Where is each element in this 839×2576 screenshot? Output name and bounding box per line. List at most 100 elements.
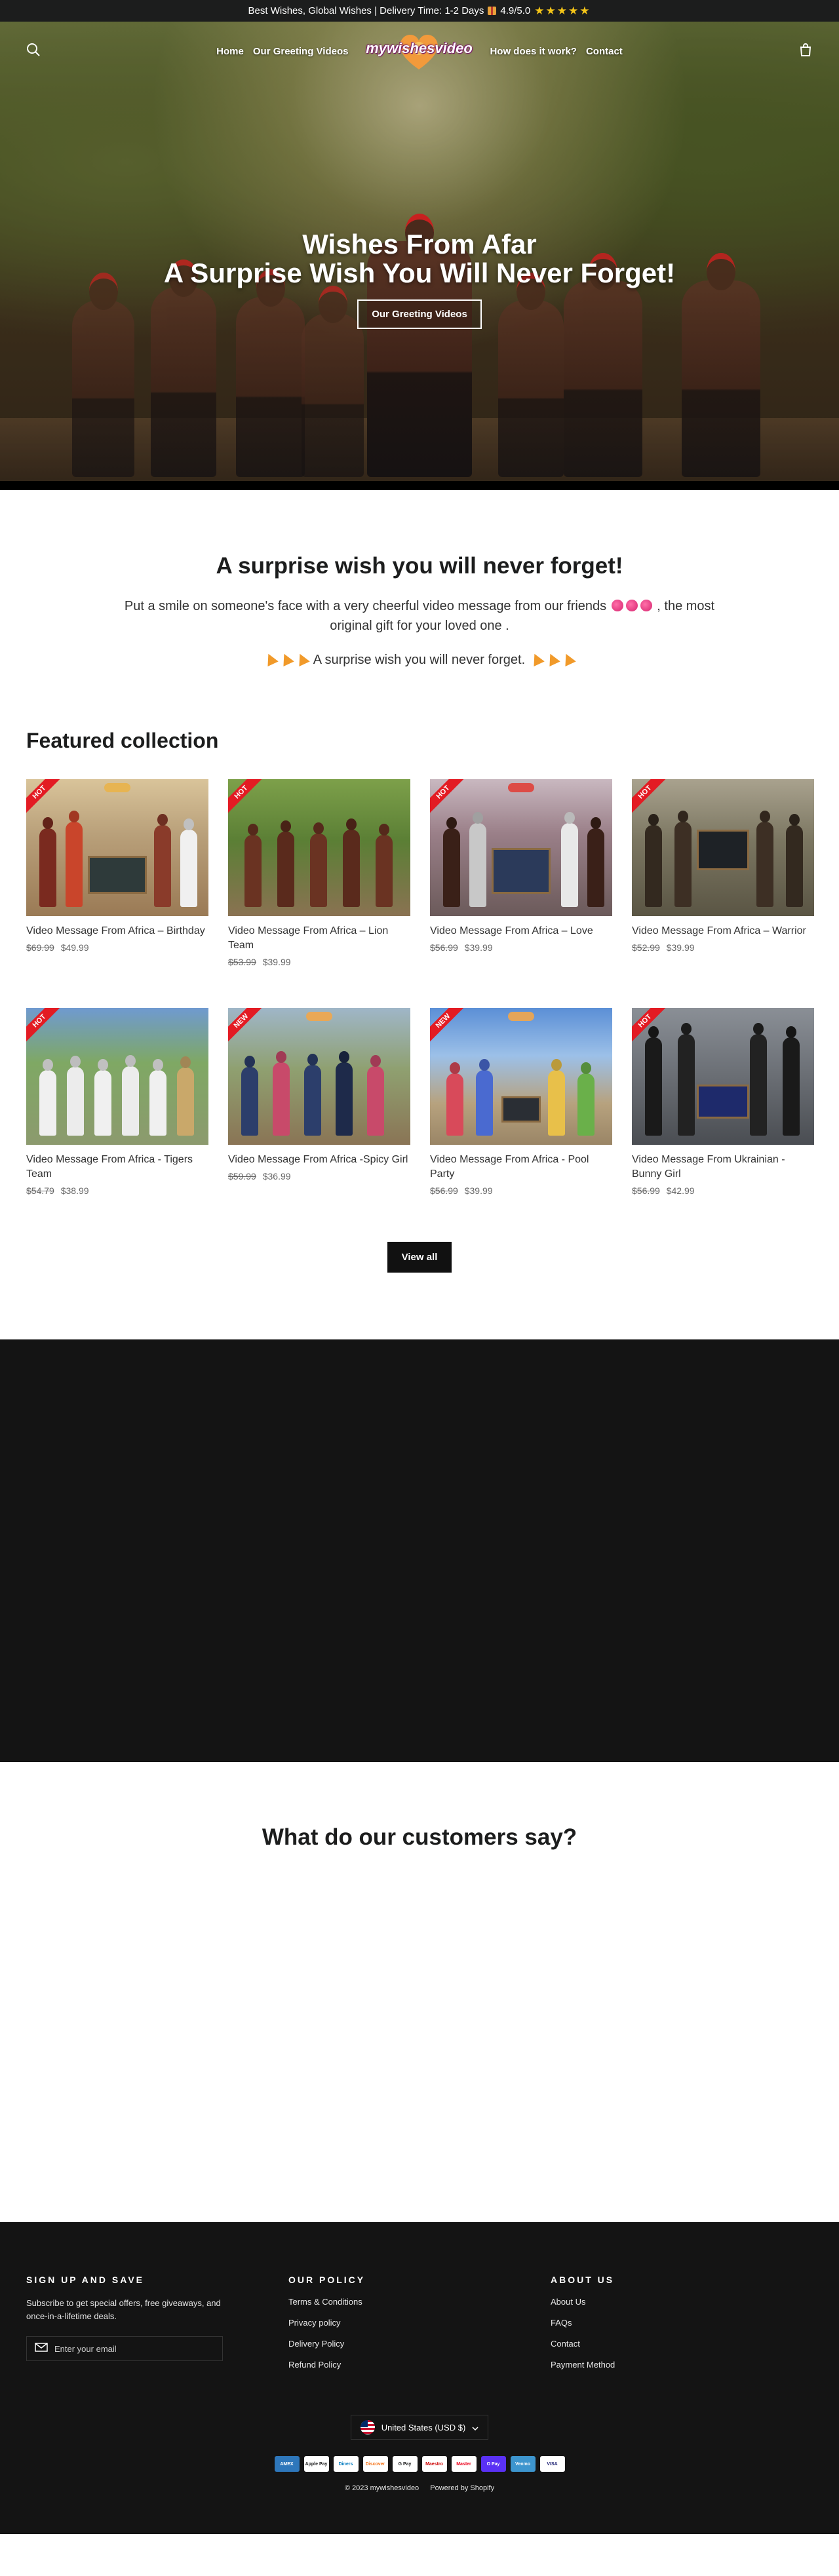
product-title[interactable]: Video Message From Africa – Lion Team: [228, 924, 410, 953]
product-old-price: $56.99: [430, 1185, 458, 1196]
party-popper-icon: [560, 651, 576, 667]
product-title[interactable]: Video Message From Africa - Pool Party: [430, 1153, 612, 1182]
nav-contact[interactable]: Contact: [586, 46, 623, 57]
product-badge: NEW: [430, 1008, 468, 1046]
footer-link-contact[interactable]: Contact: [551, 2339, 813, 2349]
product-price: $38.99: [60, 1185, 89, 1196]
site-logo[interactable]: mywishesvideo: [366, 25, 473, 77]
signup-heading: SIGN UP AND SAVE: [26, 2275, 144, 2285]
product-title[interactable]: Video Message From Africa – Warrior: [632, 924, 814, 938]
footer-signup: SIGN UP AND SAVE Subscribe to get specia…: [26, 2275, 288, 2381]
intro-tagline: A surprise wish you will never forget.: [118, 650, 721, 670]
hero-title-line1: Wishes From Afar: [302, 229, 537, 260]
product-prices: $56.99 $39.99: [430, 942, 612, 953]
product-prices: $54.79 $38.99: [26, 1185, 208, 1196]
policy-heading: OUR POLICY: [288, 2275, 366, 2285]
footer-about: ABOUT US About Us FAQs Contact Payment M…: [551, 2275, 813, 2381]
product-title[interactable]: Video Message From Africa - Tigers Team: [26, 1153, 208, 1182]
currency-label: United States (USD $): [381, 2422, 466, 2432]
reviews-section: What do our customers say?: [0, 1762, 839, 2222]
gift-icon: [488, 7, 497, 15]
chevron-down-icon: [472, 2423, 478, 2432]
product-price: $39.99: [262, 957, 291, 967]
product-price: $36.99: [262, 1171, 291, 1182]
envelope-icon: [35, 2342, 48, 2355]
site-footer: SIGN UP AND SAVE Subscribe to get specia…: [0, 2222, 839, 2534]
currency-selector[interactable]: United States (USD $): [351, 2415, 488, 2440]
product-image[interactable]: HOT: [430, 779, 612, 916]
mastercard-icon: Master: [451, 2456, 477, 2472]
product-title[interactable]: Video Message From Africa -Spicy Girl: [228, 1153, 410, 1167]
product-badge: NEW: [228, 1008, 266, 1046]
visa-icon: VISA: [539, 2456, 565, 2472]
product-card[interactable]: HOT Video Message From Africa - Tigers T…: [26, 1008, 208, 1196]
product-old-price: $56.99: [632, 1185, 660, 1196]
payment-icons: AMEX Apple Pay Diners Discover G Pay Mae…: [0, 2456, 839, 2472]
product-badge: HOT: [26, 1008, 64, 1046]
hero-title-line2: A Surprise Wish You Will Never Forget!: [163, 258, 676, 288]
product-card[interactable]: HOT Video Message From Africa – Birthday…: [26, 779, 208, 967]
product-badge: HOT: [632, 779, 670, 817]
product-title[interactable]: Video Message From Africa – Birthday: [26, 924, 208, 938]
product-image[interactable]: HOT: [26, 1008, 208, 1145]
product-image[interactable]: NEW: [228, 1008, 410, 1145]
product-image[interactable]: HOT: [26, 779, 208, 916]
product-old-price: $69.99: [26, 942, 54, 953]
product-card[interactable]: NEW Video Message From Africa -Spicy Gir…: [228, 1008, 410, 1196]
view-all-button[interactable]: View all: [387, 1242, 452, 1273]
product-image[interactable]: HOT: [228, 779, 410, 916]
us-flag-icon: [360, 2420, 375, 2434]
product-prices: $56.99 $42.99: [632, 1185, 814, 1196]
footer-link-delivery[interactable]: Delivery Policy: [288, 2339, 551, 2349]
hero-banner: Home Our Greeting Videos mywishesvideo H…: [0, 22, 839, 490]
product-prices: $56.99 $39.99: [430, 1185, 612, 1196]
intro-section: A surprise wish you will never forget! P…: [0, 490, 839, 709]
featured-heading: Featured collection: [26, 729, 219, 752]
about-heading: ABOUT US: [551, 2275, 615, 2285]
product-price: $49.99: [60, 942, 89, 953]
product-card[interactable]: HOT Video Message From Africa – Lion Tea…: [228, 779, 410, 967]
search-icon[interactable]: [26, 43, 41, 60]
product-old-price: $53.99: [228, 957, 256, 967]
email-input[interactable]: [54, 2343, 214, 2354]
footer-policy: OUR POLICY Terms & Conditions Privacy po…: [288, 2275, 551, 2381]
hero-greeting-videos-button[interactable]: Our Greeting Videos: [357, 299, 482, 329]
cart-icon[interactable]: [798, 43, 813, 60]
product-image[interactable]: NEW: [430, 1008, 612, 1145]
footer-link-terms[interactable]: Terms & Conditions: [288, 2297, 551, 2307]
footer-link-faqs[interactable]: FAQs: [551, 2318, 813, 2328]
footer-link-refund[interactable]: Refund Policy: [288, 2360, 551, 2370]
product-old-price: $56.99: [430, 942, 458, 953]
product-title[interactable]: Video Message From Africa – Love: [430, 924, 612, 938]
product-card[interactable]: HOT Video Message From Africa – Warrior …: [632, 779, 814, 967]
product-image[interactable]: HOT: [632, 1008, 814, 1145]
email-signup-box: [26, 2336, 223, 2361]
product-price: $42.99: [666, 1185, 695, 1196]
signup-text: Subscribe to get special offers, free gi…: [26, 2298, 221, 2321]
powered-by-link[interactable]: Powered by Shopify: [430, 2484, 494, 2492]
nav-greeting-videos[interactable]: Our Greeting Videos: [253, 46, 349, 57]
footer-link-privacy[interactable]: Privacy policy: [288, 2318, 551, 2328]
lips-icon: [611, 600, 623, 611]
product-card[interactable]: HOT Video Message From Africa – Love $56…: [430, 779, 612, 967]
nav-how-it-works[interactable]: How does it work?: [490, 46, 577, 57]
party-popper-icon: [294, 651, 310, 667]
hero-content: Wishes From Afar A Surprise Wish You Wil…: [0, 230, 839, 329]
footer-link-about-us[interactable]: About Us: [551, 2297, 813, 2307]
copyright-line: © 2023 mywishesvideo Powered by Shopify: [0, 2484, 839, 2492]
dark-media-section: [0, 1339, 839, 1762]
product-card[interactable]: NEW Video Message From Africa - Pool Par…: [430, 1008, 612, 1196]
product-image[interactable]: HOT: [632, 779, 814, 916]
product-badge: HOT: [26, 779, 64, 817]
product-prices: $52.99 $39.99: [632, 942, 814, 953]
maestro-icon: Maestro: [421, 2456, 447, 2472]
shop-pay-icon: O Pay: [480, 2456, 506, 2472]
intro-paragraph: Put a smile on someone's face with a ver…: [124, 599, 715, 633]
product-title[interactable]: Video Message From Ukrainian - Bunny Gir…: [632, 1153, 814, 1182]
product-badge: HOT: [228, 779, 266, 817]
venmo-icon: Venmo: [510, 2456, 536, 2472]
footer-link-payment-method[interactable]: Payment Method: [551, 2360, 813, 2370]
nav-home[interactable]: Home: [216, 46, 244, 57]
product-old-price: $54.79: [26, 1185, 54, 1196]
product-card[interactable]: HOT Video Message From Ukrainian - Bunny…: [632, 1008, 814, 1196]
